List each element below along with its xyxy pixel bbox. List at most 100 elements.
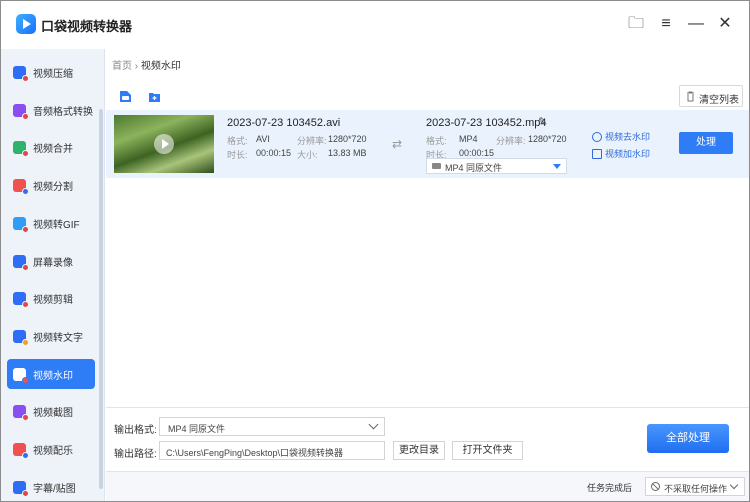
clear-list-label: 清空列表 [699,95,739,106]
after-completion-value: 不采取任何操作 [664,484,728,494]
output-format-panel-label: 输出格式: [114,425,157,436]
remove-watermark-link[interactable]: 视频去水印 [592,130,650,143]
add-folder-icon[interactable] [148,90,161,103]
change-directory-button[interactable]: 更改目录 [393,441,445,460]
sidebar-item-label: 视频截图 [33,408,73,420]
icon-badge-dot [22,301,29,309]
breadcrumb-separator: › [134,61,139,72]
add-watermark-link[interactable]: 视频加水印 [592,147,650,160]
app-window: 口袋视频转换器 🗀 ≡ — ✕ 视频压缩音频格式转换 视频合并视频分割视频转GIF… [0,0,750,502]
add-watermark-label: 视频加水印 [605,149,651,159]
breadcrumb: 首页 › 视频水印 [112,57,181,72]
sidebar-scrollbar[interactable] [99,109,103,489]
dropdown-arrow-icon [553,164,561,169]
gif-icon [13,216,29,233]
subtitle-icon [13,480,29,497]
after-completion-label: 任务完成后 [587,483,633,493]
icon-badge-dot [22,263,29,271]
clear-list-button[interactable]: 清空列表 [679,85,743,107]
icon-badge-dot [22,112,29,120]
remove-watermark-label: 视频去水印 [605,132,651,142]
sidebar-item-music[interactable]: 视频配乐 [7,434,95,464]
add-watermark-icon [592,149,602,159]
remove-watermark-icon [592,132,602,142]
video-thumbnail[interactable] [114,115,214,173]
output-file-name: 2023-07-23 103452.mp4 [426,117,547,129]
play-icon[interactable] [154,134,174,154]
sidebar-item-video-to-text[interactable]: 视频转文字 [7,321,95,351]
chevron-down-icon [729,480,739,490]
sidebar-item-label: 视频水印 [33,370,73,382]
output-resolution-value: 1280*720 [528,134,567,144]
menu-icon[interactable]: ≡ [657,15,675,33]
output-format-label: 格式: [426,136,447,146]
icon-badge-dot [22,414,29,422]
sidebar-item-split[interactable]: 视频分割 [7,170,95,200]
icon-badge-dot [22,452,29,459]
sidebar-item-merge[interactable]: 视频合并 [7,132,95,162]
source-format-value: AVI [256,134,270,144]
icon-badge-dot [22,188,29,196]
icon-badge-dot [22,376,29,384]
source-size-value: 13.83 MB [328,148,367,158]
app-title: 口袋视频转换器 [41,19,133,34]
audio-convert-icon [13,103,29,120]
title-bar: 口袋视频转换器 🗀 ≡ — ✕ [1,1,749,49]
source-format-label: 格式: [227,136,248,146]
sidebar-item-subtitle[interactable]: 字幕/贴图 [7,472,95,501]
icon-badge-dot [22,489,29,497]
sidebar: 视频压缩音频格式转换 视频合并视频分割视频转GIF 屏幕录像视频剪辑视频转文字视频水… [1,49,105,501]
icon-badge-dot [22,150,29,158]
edit-icon [13,292,29,309]
sidebar-item-label: 音频格式转换 [33,106,93,118]
convert-arrow-icon: ⇄ [392,137,403,151]
app-logo-icon [16,14,36,34]
source-resolution-value: 1280*720 [328,134,367,144]
sidebar-item-audio-convert[interactable]: 音频格式转换 [7,95,95,125]
output-resolution-label: 分辨率: [496,136,526,146]
video-to-text-icon [13,329,29,346]
video-format-icon [432,163,441,169]
output-duration-value: 00:00:15 [459,148,495,158]
sidebar-item-edit[interactable]: 视频剪辑 [7,283,95,313]
after-completion-select[interactable]: 不采取任何操作 [645,477,745,496]
sidebar-item-label: 视频转文字 [33,332,83,344]
chevron-down-icon [368,419,379,430]
output-format-dropdown[interactable]: MP4 同原文件 [159,417,385,436]
close-button[interactable]: ✕ [716,15,734,33]
output-format-select[interactable]: MP4 同原文件 [426,158,567,174]
sidebar-item-compress[interactable]: 视频压缩 [7,57,95,87]
source-duration-value: 00:00:15 [256,148,292,158]
source-file-name: 2023-07-23 103452.avi [227,117,341,129]
add-file-icon[interactable] [119,90,132,103]
sidebar-item-label: 视频配乐 [33,446,73,457]
process-all-button[interactable]: 全部处理 [647,424,729,453]
minimize-button[interactable]: — [687,15,705,33]
sidebar-item-label: 视频分割 [33,182,73,194]
screen-record-icon [13,254,29,271]
screenshot-icon [13,405,29,422]
sidebar-item-label: 视频合并 [33,144,73,156]
sidebar-item-label: 字幕/贴图 [33,483,76,495]
source-duration-label: 时长: [227,150,248,160]
icon-badge-dot [22,225,29,233]
icon-badge-dot [22,75,29,82]
sidebar-item-watermark[interactable]: 视频水印 [7,358,95,389]
sidebar-item-label: 视频转GIF [33,219,80,231]
sidebar-item-label: 视频压缩 [33,69,73,80]
no-action-icon [651,482,660,491]
sidebar-item-screen-record[interactable]: 屏幕录像 [7,246,95,276]
process-button[interactable]: 处理 [679,132,733,154]
output-path-label: 输出路径: [114,449,157,460]
sidebar-item-gif[interactable]: 视频转GIF [7,208,95,238]
output-path-field[interactable]: C:\Users\FengPing\Desktop\口袋视频转换器 [159,441,385,460]
breadcrumb-home[interactable]: 首页 [112,61,132,72]
breadcrumb-current: 视频水印 [140,61,181,72]
source-size-label: 大小: [297,150,318,160]
music-icon [13,443,29,459]
open-folder-button[interactable]: 打开文件夹 [452,441,523,460]
folder-icon[interactable]: 🗀 [627,15,645,33]
sidebar-item-screenshot[interactable]: 视频截图 [7,396,95,426]
rename-pencil-icon[interactable]: ✎ [538,115,547,128]
sidebar-item-label: 视频剪辑 [33,295,73,307]
